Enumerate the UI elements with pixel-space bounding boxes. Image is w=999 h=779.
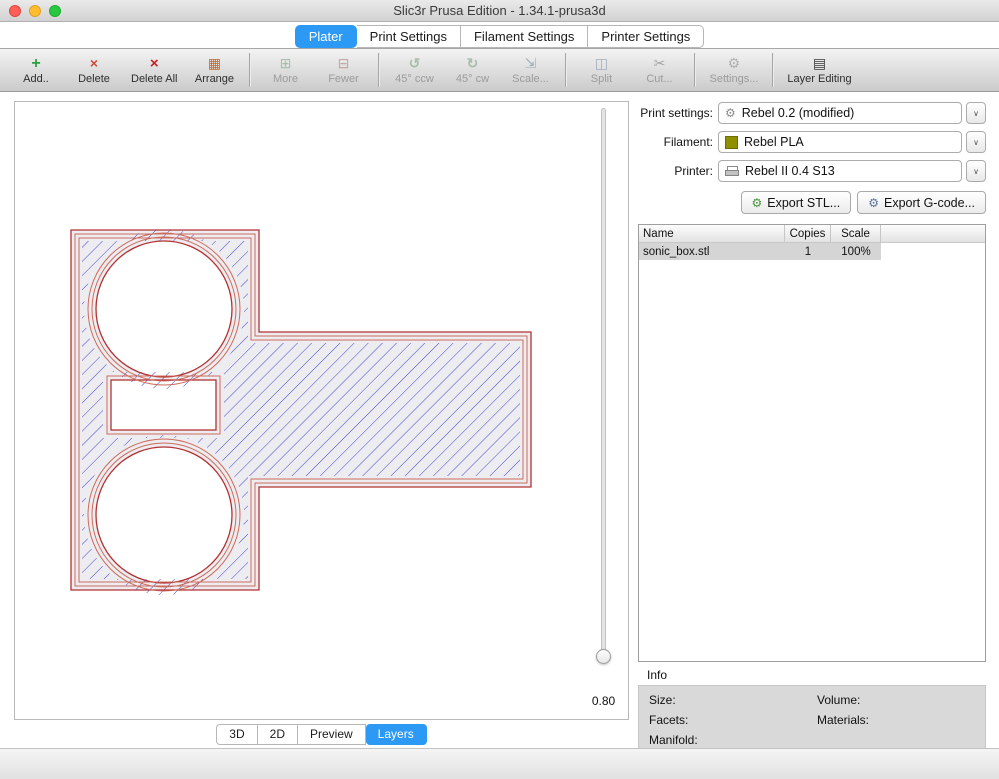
column-header-scale: Scale [831, 225, 881, 242]
toolbar-separator [772, 53, 773, 87]
printer-dropdown-button[interactable]: ∨ [966, 160, 986, 182]
cut-icon: ✂ [654, 56, 666, 71]
split-button[interactable]: ◫ Split [573, 51, 629, 89]
printer-label: Printer: [638, 164, 713, 178]
rotate-cw-icon: ↻ [467, 56, 479, 71]
delete-icon: × [90, 56, 98, 71]
layer-slider[interactable] [601, 108, 606, 656]
filament-row: Filament: Rebel PLA ∨ [638, 131, 986, 153]
filament-value: Rebel PLA [744, 135, 804, 149]
view-tabs: 3D 2D Preview Layers [14, 724, 629, 745]
view-tab-3d[interactable]: 3D [216, 724, 257, 745]
toolbar-separator [694, 53, 695, 87]
view-tab-layers[interactable]: Layers [366, 724, 427, 745]
filament-label: Filament: [638, 135, 713, 149]
print-settings-label: Print settings: [638, 106, 713, 120]
object-scale-cell: 100% [831, 243, 881, 260]
materials-label: Materials: [817, 713, 985, 733]
toolbar-separator [565, 53, 566, 87]
more-copies-button[interactable]: ⊞ More [257, 51, 313, 89]
delete-all-icon: × [150, 56, 159, 71]
printer-value: Rebel II 0.4 S13 [745, 164, 835, 178]
layer-editing-icon: ▤ [813, 56, 826, 71]
export-buttons-row: ⚙ Export STL... ⚙ Export G-code... [638, 191, 986, 214]
status-bar [0, 748, 999, 779]
export-gcode-button[interactable]: ⚙ Export G-code... [857, 191, 986, 214]
print-settings-dropdown-button[interactable]: ∨ [966, 102, 986, 124]
facets-label: Facets: [649, 713, 817, 733]
plater-canvas[interactable]: 0.80 [14, 101, 629, 720]
add-button[interactable]: + Add.. [8, 51, 64, 89]
toolbar-separator [378, 53, 379, 87]
window-title: Slic3r Prusa Edition - 1.34.1-prusa3d [0, 0, 999, 21]
app-window: Slic3r Prusa Edition - 1.34.1-prusa3d Pl… [0, 0, 999, 779]
filament-select[interactable]: Rebel PLA [718, 131, 962, 153]
delete-button[interactable]: × Delete [66, 51, 122, 89]
right-panel: Print settings: ⚙ Rebel 0.2 (modified) ∨… [638, 102, 986, 751]
print-settings-select[interactable]: ⚙ Rebel 0.2 (modified) [718, 102, 962, 124]
fewer-icon: ⊟ [338, 56, 350, 71]
scale-icon: ⇲ [525, 56, 537, 71]
chevron-down-icon: ∨ [973, 109, 979, 118]
titlebar: Slic3r Prusa Edition - 1.34.1-prusa3d [0, 0, 999, 22]
main-tabbar: Plater Print Settings Filament Settings … [0, 22, 999, 48]
split-icon: ◫ [595, 56, 608, 71]
minimize-window-button[interactable] [29, 5, 41, 17]
arrange-icon: ▦ [208, 56, 221, 71]
tab-printer-settings[interactable]: Printer Settings [588, 25, 704, 48]
rotate-ccw-button[interactable]: ↺ 45° ccw [386, 51, 442, 89]
export-gcode-icon: ⚙ [868, 197, 879, 209]
scale-button[interactable]: ⇲ Scale... [502, 51, 558, 89]
column-header-name: Name [639, 225, 785, 242]
view-tab-preview[interactable]: Preview [298, 724, 366, 745]
export-stl-button[interactable]: ⚙ Export STL... [741, 191, 852, 214]
settings-gear-icon: ⚙ [728, 56, 741, 71]
print-settings-row: Print settings: ⚙ Rebel 0.2 (modified) ∨ [638, 102, 986, 124]
gear-icon: ⚙ [725, 107, 736, 119]
layer-slider-handle[interactable] [596, 649, 611, 664]
info-group-title: Info [647, 668, 986, 682]
filament-dropdown-button[interactable]: ∨ [966, 131, 986, 153]
object-list-header: Name Copies Scale [639, 225, 985, 243]
tab-filament-settings[interactable]: Filament Settings [461, 25, 588, 48]
plater-toolbar: + Add.. × Delete × Delete All ▦ Arrange … [0, 48, 999, 92]
rotate-cw-button[interactable]: ↻ 45° cw [444, 51, 500, 89]
view-tab-2d[interactable]: 2D [258, 724, 298, 745]
object-list[interactable]: Name Copies Scale sonic_box.stl 1 100% [638, 224, 986, 662]
object-name-cell: sonic_box.stl [639, 243, 785, 260]
export-stl-icon: ⚙ [752, 197, 763, 209]
close-window-button[interactable] [9, 5, 21, 17]
traffic-lights [9, 5, 61, 17]
filament-color-swatch [725, 136, 738, 149]
fewer-copies-button[interactable]: ⊟ Fewer [315, 51, 371, 89]
rotate-ccw-icon: ↺ [409, 56, 421, 71]
object-copies-cell: 1 [785, 243, 831, 260]
main-content: 0.80 3D 2D Preview Layers Print settings… [0, 92, 999, 748]
more-icon: ⊞ [280, 56, 292, 71]
layer-slice-preview [15, 102, 628, 719]
print-settings-value: Rebel 0.2 (modified) [742, 106, 855, 120]
delete-all-button[interactable]: × Delete All [124, 51, 184, 89]
cut-button[interactable]: ✂ Cut... [631, 51, 687, 89]
printer-row: Printer: Rebel II 0.4 S13 ∨ [638, 160, 986, 182]
column-header-copies: Copies [785, 225, 831, 242]
add-icon: + [31, 56, 40, 71]
volume-label: Volume: [817, 693, 985, 713]
tab-print-settings[interactable]: Print Settings [357, 25, 461, 48]
chevron-down-icon: ∨ [973, 167, 979, 176]
layer-editing-button[interactable]: ▤ Layer Editing [780, 51, 858, 89]
printer-select[interactable]: Rebel II 0.4 S13 [718, 160, 962, 182]
layer-slider-value: 0.80 [581, 694, 626, 708]
size-label: Size: [649, 693, 817, 713]
toolbar-separator [249, 53, 250, 87]
table-row[interactable]: sonic_box.stl 1 100% [639, 243, 985, 260]
zoom-window-button[interactable] [49, 5, 61, 17]
printer-icon [725, 166, 739, 177]
chevron-down-icon: ∨ [973, 138, 979, 147]
info-box: Size: Volume: Facets: Materials: Manifol… [638, 685, 986, 751]
arrange-button[interactable]: ▦ Arrange [186, 51, 242, 89]
main-tab-group: Plater Print Settings Filament Settings … [295, 25, 705, 48]
tab-plater[interactable]: Plater [295, 25, 357, 48]
object-settings-button[interactable]: ⚙ Settings... [702, 51, 765, 89]
